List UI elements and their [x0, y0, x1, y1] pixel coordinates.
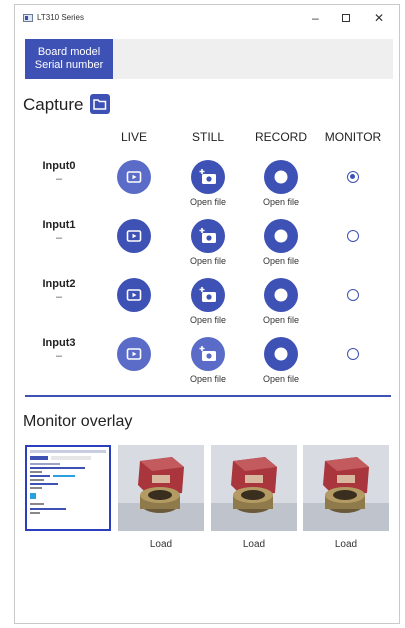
live-button[interactable] [117, 160, 151, 194]
section-divider [25, 395, 391, 397]
input-row-1: Input1 – Open file Open file [15, 219, 399, 279]
app-window: LT310 Series – ✕ Board model Serial numb… [14, 4, 400, 624]
load-button-2[interactable]: Load [211, 539, 297, 550]
close-button[interactable]: ✕ [374, 11, 384, 25]
column-header-record: RECORD [254, 130, 307, 144]
live-button[interactable] [117, 278, 151, 312]
device-photo-thumbnail [118, 445, 204, 531]
still-open-file-link[interactable]: Open file [178, 315, 238, 325]
overlay-thumbnail-photo-2[interactable] [211, 445, 297, 531]
input-row-0: Input0 – Open file Open file [15, 160, 399, 220]
board-tab[interactable]: Board model Serial number [25, 39, 113, 79]
input-sublabel: – [55, 173, 63, 185]
minimize-button[interactable]: – [312, 11, 319, 25]
camera-add-icon [199, 169, 216, 184]
still-open-file-link[interactable]: Open file [178, 197, 238, 207]
monitor-radio[interactable] [347, 289, 359, 301]
record-button[interactable] [264, 278, 298, 312]
still-button[interactable] [191, 337, 225, 371]
board-tab-strip: Board model Serial number [25, 39, 393, 79]
live-button[interactable] [117, 337, 151, 371]
monitor-radio[interactable] [347, 348, 359, 360]
overlay-thumbnail-screen[interactable] [25, 445, 111, 531]
input-row-2: Input2 – Open file Open file [15, 278, 399, 338]
live-view-icon [126, 171, 142, 183]
live-view-icon [126, 289, 142, 301]
record-icon [274, 229, 288, 243]
device-photo-thumbnail [211, 445, 297, 531]
monitor-radio[interactable] [347, 171, 359, 183]
column-header-still: STILL [191, 130, 224, 144]
monitor-overlay-title: Monitor overlay [23, 413, 133, 430]
input-name: Input0 [42, 160, 76, 172]
title-bar: LT310 Series – ✕ [15, 5, 399, 33]
record-open-file-link[interactable]: Open file [251, 256, 311, 266]
live-button[interactable] [117, 219, 151, 253]
overlay-thumbnail-photo-1[interactable] [118, 445, 204, 531]
input-sublabel: – [55, 350, 63, 362]
live-view-icon [126, 230, 142, 242]
column-header-live: LIVE [120, 130, 147, 144]
still-open-file-link[interactable]: Open file [178, 256, 238, 266]
record-button[interactable] [264, 160, 298, 194]
board-model-label: Board model [37, 46, 101, 58]
window-title: LT310 Series [37, 13, 84, 22]
open-folder-button[interactable] [90, 94, 110, 114]
maximize-button[interactable] [342, 11, 350, 25]
input-name: Input1 [42, 219, 76, 231]
camera-add-icon [199, 346, 216, 361]
input-row-3: Input3 – Open file Open file [15, 337, 399, 397]
record-open-file-link[interactable]: Open file [251, 197, 311, 207]
live-view-icon [126, 348, 142, 360]
device-photo-thumbnail [303, 445, 389, 531]
input-name: Input3 [42, 337, 76, 349]
app-icon [23, 14, 33, 22]
load-button-1[interactable]: Load [118, 539, 204, 550]
record-icon [274, 347, 288, 361]
record-icon [274, 170, 288, 184]
still-button[interactable] [191, 278, 225, 312]
screen-capture-thumbnail [27, 447, 109, 529]
camera-add-icon [199, 287, 216, 302]
overlay-thumbnail-photo-3[interactable] [303, 445, 389, 531]
serial-number-label: Serial number [34, 59, 104, 71]
input-sublabel: – [55, 291, 63, 303]
input-name: Input2 [42, 278, 76, 290]
still-open-file-link[interactable]: Open file [178, 374, 238, 384]
still-button[interactable] [191, 219, 225, 253]
load-button-3[interactable]: Load [303, 539, 389, 550]
camera-add-icon [199, 228, 216, 243]
record-open-file-link[interactable]: Open file [251, 315, 311, 325]
capture-title: Capture [23, 95, 84, 114]
folder-icon [93, 99, 107, 110]
record-button[interactable] [264, 337, 298, 371]
record-button[interactable] [264, 219, 298, 253]
maximize-icon [342, 14, 350, 22]
record-open-file-link[interactable]: Open file [251, 374, 311, 384]
still-button[interactable] [191, 160, 225, 194]
monitor-radio[interactable] [347, 230, 359, 242]
input-sublabel: – [55, 232, 63, 244]
record-icon [274, 288, 288, 302]
column-header-monitor: MONITOR [324, 130, 382, 144]
